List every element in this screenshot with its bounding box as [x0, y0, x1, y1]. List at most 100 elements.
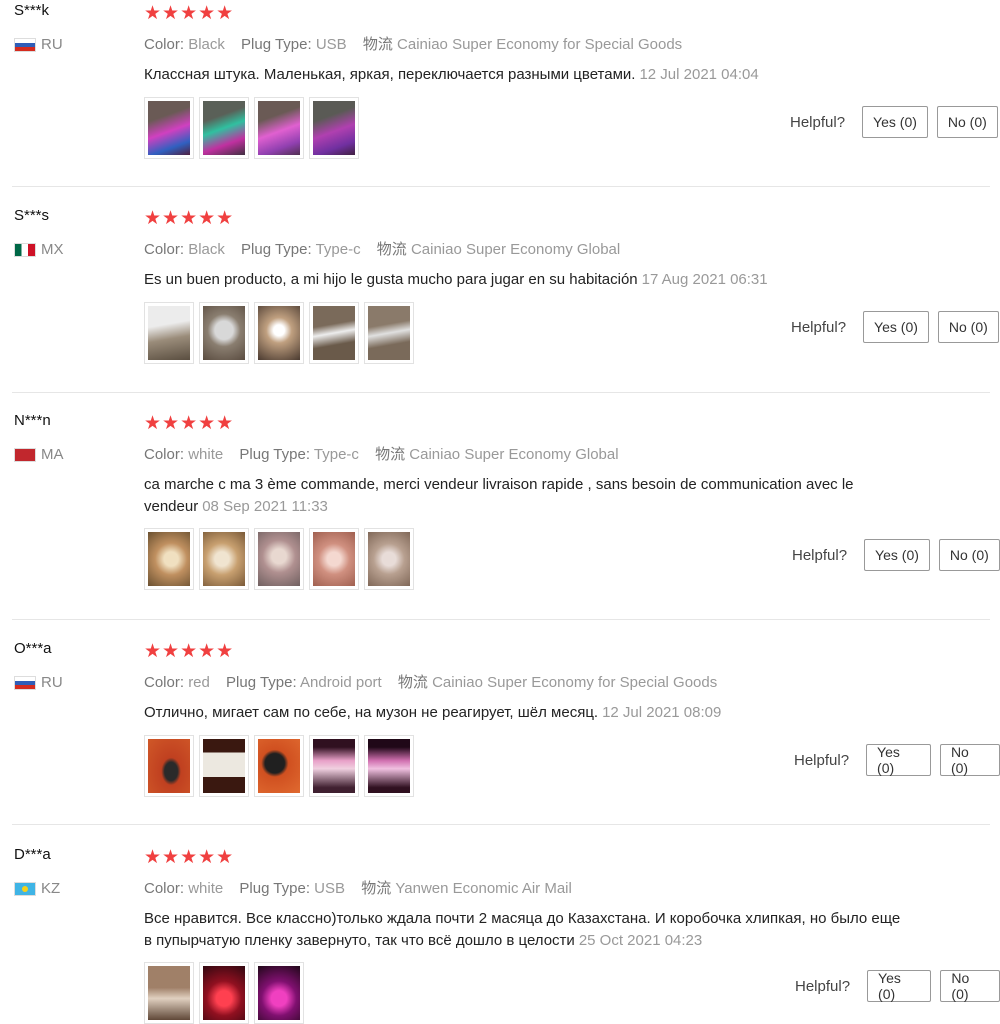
review-photos	[144, 962, 304, 1024]
review-date: 12 Jul 2021 08:09	[602, 704, 722, 721]
review-photo[interactable]	[309, 97, 359, 159]
review-photo[interactable]	[144, 528, 194, 590]
review-attributes: Color: white Plug Type: Type-c 物流 Cainia…	[144, 443, 631, 464]
review-photo[interactable]	[199, 97, 249, 159]
rating-stars: ★★★★★	[144, 208, 235, 229]
reviewer-name: D***a	[14, 846, 51, 863]
shipping-label: 物流	[375, 446, 406, 463]
plug-type-value: USB	[314, 880, 346, 897]
comment-text: Все нравится. Все классно)только ждала п…	[144, 910, 901, 949]
rating-stars: ★★★★★	[144, 413, 235, 434]
helpful-yes-button[interactable]: Yes (0)	[862, 106, 928, 138]
review-date: 12 Jul 2021 04:04	[639, 66, 759, 83]
review-photo[interactable]	[364, 735, 414, 797]
shipping-label: 物流	[397, 674, 428, 691]
color-value: white	[188, 446, 224, 463]
shipping-value: Cainiao Super Economy for Special Goods	[397, 36, 683, 53]
helpful-vote: Helpful? Yes (0) No (0)	[795, 970, 1000, 1002]
helpful-vote: Helpful? Yes (0) No (0)	[791, 311, 999, 343]
helpful-no-button[interactable]: No (0)	[939, 744, 1000, 776]
plug-type-label: Plug Type:	[239, 880, 310, 897]
review-photos	[144, 302, 414, 364]
flag-icon	[14, 242, 36, 257]
color-label: Color:	[144, 880, 185, 897]
country-code: MA	[41, 446, 64, 463]
flag-icon	[14, 447, 36, 462]
review-photo[interactable]	[144, 735, 194, 797]
reviewer-country: RU	[14, 674, 63, 691]
review-photo[interactable]	[254, 962, 304, 1024]
helpful-no-button[interactable]: No (0)	[940, 970, 1000, 1002]
reviewer-country: MX	[14, 241, 64, 258]
helpful-label: Helpful?	[794, 751, 850, 769]
plug-type-label: Plug Type:	[241, 36, 312, 53]
comment-text: Классная штука. Маленькая, яркая, перекл…	[144, 66, 636, 83]
review-photo[interactable]	[254, 735, 304, 797]
shipping-value: Cainiao Super Economy for Special Goods	[432, 674, 718, 691]
review-photo[interactable]	[309, 735, 359, 797]
review-comment: Отлично, мигает сам по себе, на музон не…	[144, 702, 904, 724]
flag-icon	[14, 881, 36, 896]
flag-icon	[14, 675, 36, 690]
review-date: 25 Oct 2021 04:23	[578, 932, 703, 949]
review-photo[interactable]	[364, 302, 414, 364]
review-photo[interactable]	[309, 528, 359, 590]
reviewer-country: RU	[14, 36, 63, 53]
reviewer-country: MA	[14, 446, 64, 463]
plug-type-label: Plug Type:	[226, 674, 297, 691]
helpful-yes-button[interactable]: Yes (0)	[867, 970, 932, 1002]
helpful-no-button[interactable]: No (0)	[937, 311, 999, 343]
review-photo[interactable]	[144, 302, 194, 364]
review-photo[interactable]	[199, 735, 249, 797]
review-attributes: Color: Black Plug Type: USB 物流 Cainiao S…	[144, 33, 694, 54]
review-photo[interactable]	[254, 97, 304, 159]
color-value: white	[188, 880, 224, 897]
review-comment: Все нравится. Все классно)только ждала п…	[144, 908, 904, 952]
color-label: Color:	[144, 674, 185, 691]
review-photo[interactable]	[364, 528, 414, 590]
helpful-yes-button[interactable]: Yes (0)	[863, 311, 929, 343]
reviewer-name: N***n	[14, 412, 51, 429]
color-value: Black	[188, 36, 225, 53]
shipping-value: Cainiao Super Economy Global	[409, 446, 619, 463]
shipping-label: 物流	[361, 880, 392, 897]
color-label: Color:	[144, 36, 185, 53]
rating-stars: ★★★★★	[144, 3, 235, 24]
review-photo[interactable]	[199, 528, 249, 590]
color-value: Black	[188, 241, 225, 258]
color-label: Color:	[144, 241, 185, 258]
helpful-label: Helpful?	[795, 977, 851, 995]
review-photo[interactable]	[254, 302, 304, 364]
review-photo[interactable]	[309, 302, 359, 364]
reviewer-country: KZ	[14, 880, 60, 897]
helpful-yes-button[interactable]: Yes (0)	[866, 744, 931, 776]
review-photo[interactable]	[144, 962, 194, 1024]
comment-text: Отлично, мигает сам по себе, на музон не…	[144, 704, 599, 721]
review-photo[interactable]	[199, 962, 249, 1024]
helpful-no-button[interactable]: No (0)	[936, 106, 998, 138]
helpful-no-button[interactable]: No (0)	[938, 539, 1000, 571]
review-photos	[144, 528, 414, 590]
review-attributes: Color: Black Plug Type: Type-c 物流 Cainia…	[144, 238, 632, 259]
review-date: 17 Aug 2021 06:31	[641, 271, 768, 288]
plug-type-value: Type-c	[315, 241, 361, 258]
helpful-label: Helpful?	[792, 546, 848, 564]
reviewer-name: S***s	[14, 207, 50, 224]
review-photo[interactable]	[254, 528, 304, 590]
plug-type-label: Plug Type:	[239, 446, 310, 463]
plug-type-value: USB	[315, 36, 347, 53]
shipping-value: Yanwen Economic Air Mail	[395, 880, 572, 897]
helpful-yes-button[interactable]: Yes (0)	[864, 539, 930, 571]
review-photo[interactable]	[144, 97, 194, 159]
color-value: red	[188, 674, 210, 691]
plug-type-value: Type-c	[313, 446, 359, 463]
comment-text: Es un buen producto, a mi hijo le gusta …	[144, 271, 638, 288]
shipping-label: 物流	[362, 36, 393, 53]
review-comment: Классная штука. Маленькая, яркая, перекл…	[144, 64, 904, 86]
rating-stars: ★★★★★	[144, 641, 235, 662]
review-divider	[12, 392, 990, 393]
review-attributes: Color: white Plug Type: USB 物流 Yanwen Ec…	[144, 877, 584, 898]
plug-type-label: Plug Type:	[241, 241, 312, 258]
review-photo[interactable]	[199, 302, 249, 364]
review-comment: ca marche c ma 3 ème commande, merci ven…	[144, 474, 904, 518]
